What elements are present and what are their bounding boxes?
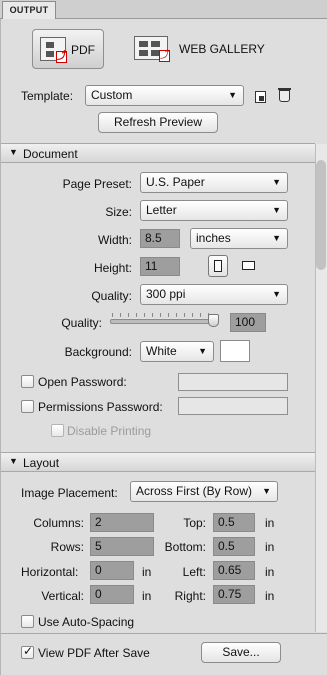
page-preset-label: Page Preset: [62,177,132,191]
landscape-orientation-icon[interactable] [240,258,258,274]
page-preset-dropdown[interactable]: U.S. Paper ▼ [140,172,288,193]
triangle-down-icon: ▼ [9,147,18,157]
chevron-down-icon: ▼ [198,346,207,356]
page-preset-value: U.S. Paper [146,175,205,189]
top-unit: in [265,516,275,530]
chevron-down-icon: ▼ [272,233,281,243]
image-placement-value: Across First (By Row) [136,484,253,498]
horizontal-field[interactable]: 0 [90,561,134,580]
chevron-down-icon: ▼ [262,486,271,496]
size-label: Size: [105,205,132,219]
columns-field[interactable]: 2 [90,513,154,532]
new-template-icon[interactable] [255,91,266,103]
background-color-swatch[interactable] [220,340,250,362]
trash-icon[interactable] [278,88,291,102]
left-unit: in [265,565,275,579]
top-label: Top: [183,516,206,530]
template-dropdown[interactable]: Custom ▼ [85,85,244,106]
permissions-password-label: Permissions Password: [38,400,163,414]
template-value: Custom [91,88,133,102]
permissions-password-checkbox[interactable] [21,400,34,413]
web-gallery-mode-button[interactable]: ⤴ WEB GALLERY [134,29,274,69]
height-label: Height: [93,261,132,275]
left-label: Left: [182,565,206,579]
auto-spacing-checkbox[interactable] [21,615,34,628]
tab-output[interactable]: OUTPUT [2,1,56,19]
size-value: Letter [146,203,177,217]
right-unit: in [265,589,275,603]
background-value: White [146,344,177,358]
triangle-down-icon: ▼ [9,456,18,466]
rows-label: Rows: [50,540,84,554]
quality-value-field[interactable]: 100 [230,313,266,332]
portrait-orientation-icon[interactable] [208,255,228,277]
right-field[interactable]: 0.75 [213,585,255,604]
size-dropdown[interactable]: Letter ▼ [140,200,288,221]
background-dropdown[interactable]: White ▼ [140,341,214,362]
layout-section-header[interactable]: ▼ Layout [1,452,315,472]
disable-printing-checkbox[interactable] [51,424,64,437]
pdf-mode-button[interactable]: ⤴ PDF [32,29,104,69]
quality-label: Quality: [91,289,132,303]
open-password-checkbox[interactable] [21,375,34,388]
width-field[interactable]: 8.5 [140,229,180,248]
background-label: Background: [64,345,132,359]
web-gallery-mode-label: WEB GALLERY [179,42,265,56]
top-field[interactable]: 0.5 [213,513,255,532]
vertical-unit: in [142,589,152,603]
columns-label: Columns: [33,516,84,530]
open-password-field[interactable] [178,373,288,391]
chevron-down-icon: ▼ [272,289,281,299]
bottom-unit: in [265,540,275,554]
image-placement-dropdown[interactable]: Across First (By Row) ▼ [130,481,278,502]
bottom-field[interactable]: 0.5 [213,537,255,556]
disable-printing-label: Disable Printing [67,424,152,438]
quality-slider-handle[interactable] [208,314,219,327]
open-password-label: Open Password: [38,375,127,389]
web-gallery-icon: ⤴ [134,36,170,62]
view-pdf-label: View PDF After Save [38,646,150,660]
footer-divider [1,633,327,634]
vertical-label: Vertical: [41,589,84,603]
horizontal-unit: in [142,565,152,579]
bottom-label: Bottom: [164,540,206,554]
chevron-down-icon: ▼ [272,205,281,215]
template-label: Template: [21,89,74,103]
quality-dropdown[interactable]: 300 ppi ▼ [140,284,288,305]
scrollbar-thumb[interactable] [316,160,326,270]
horizontal-label: Horizontal: [21,565,79,579]
view-pdf-checkbox[interactable] [21,644,34,659]
left-field[interactable]: 0.65 [213,561,255,580]
layout-section-title: Layout [23,456,60,470]
auto-spacing-label: Use Auto-Spacing [38,615,135,629]
image-placement-label: Image Placement: [21,486,118,500]
height-field[interactable]: 11 [140,257,180,276]
units-value: inches [196,231,231,245]
quality-slider-ticks [112,313,216,317]
chevron-down-icon: ▼ [228,90,237,100]
quality-slider-track[interactable] [110,319,218,324]
quality-slider-label: Quality: [61,316,102,330]
units-dropdown[interactable]: inches ▼ [190,228,288,249]
width-label: Width: [97,233,132,247]
quality-value: 300 ppi [146,287,186,301]
right-label: Right: [174,589,206,603]
refresh-preview-button[interactable]: Refresh Preview [98,112,218,133]
permissions-password-field[interactable] [178,397,288,415]
save-button[interactable]: Save... [201,642,281,663]
vertical-field[interactable]: 0 [90,585,134,604]
document-section-header[interactable]: ▼ Document [1,143,315,163]
rows-field[interactable]: 5 [90,537,154,556]
chevron-down-icon: ▼ [272,177,281,187]
pdf-mode-label: PDF [71,43,95,57]
pdf-document-icon: ⤴ [40,37,67,63]
document-section-title: Document [23,147,78,161]
